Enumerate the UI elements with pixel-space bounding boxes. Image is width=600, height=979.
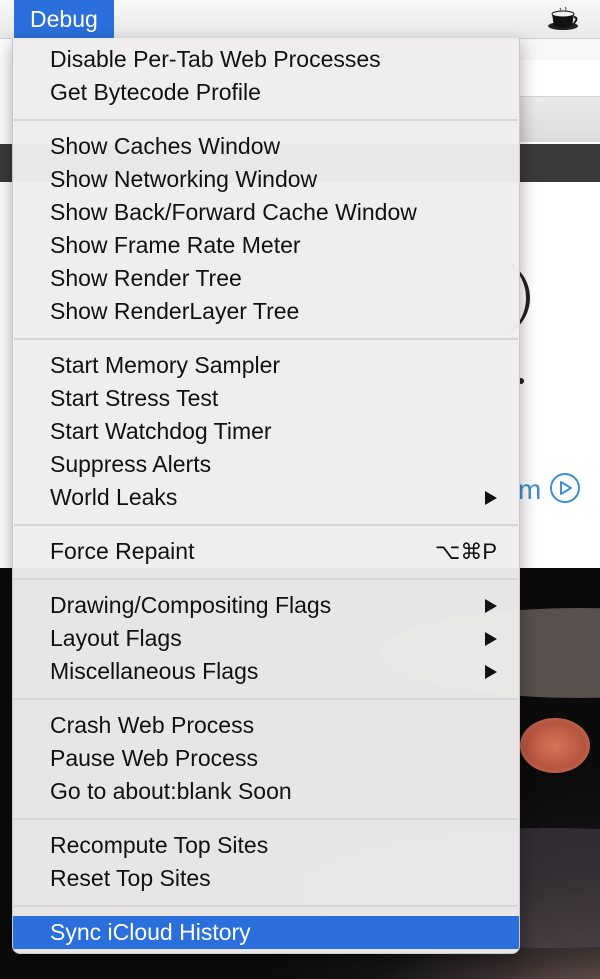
menu-item-label: Go to about:blank Soon (50, 778, 292, 804)
menu-separator (13, 328, 519, 349)
menu-item-get-bytecode-profile[interactable]: Get Bytecode Profile (13, 76, 519, 109)
menu-item-label: Disable Per-Tab Web Processes (50, 46, 381, 72)
menu-item-label: Show Back/Forward Cache Window (50, 199, 417, 225)
menu-item-label: Reset Top Sites (50, 865, 211, 891)
menu-item-drawing-compositing-flags[interactable]: Drawing/Compositing Flags (13, 589, 519, 622)
menu-item-label: Get Bytecode Profile (50, 79, 261, 105)
menu-item-label: Show Frame Rate Meter (50, 232, 301, 258)
menu-bar: Debug (0, 0, 600, 39)
menu-item-label: Show Render Tree (50, 265, 242, 291)
menu-item-world-leaks[interactable]: World Leaks (13, 481, 519, 514)
menu-item-label: Show RenderLayer Tree (50, 298, 300, 324)
background-tab-strip (518, 96, 600, 142)
menu-item-crash-web-process[interactable]: Crash Web Process (13, 709, 519, 742)
menu-item-label: Layout Flags (50, 625, 182, 651)
debug-menu-title[interactable]: Debug (14, 0, 114, 38)
menu-item-label: Show Caches Window (50, 133, 281, 159)
submenu-arrow-icon (485, 665, 497, 679)
menu-item-show-renderlayer-tree[interactable]: Show RenderLayer Tree (13, 295, 519, 328)
background-toolbar (518, 38, 600, 60)
menu-separator (13, 514, 519, 535)
submenu-arrow-icon (485, 599, 497, 613)
menu-separator (13, 808, 519, 829)
menu-item-sync-icloud-history[interactable]: Sync iCloud History (13, 916, 519, 949)
menu-item-label: World Leaks (50, 484, 178, 510)
menu-item-disable-per-tab-web-processes[interactable]: Disable Per-Tab Web Processes (13, 43, 519, 76)
menu-item-label: Start Stress Test (50, 385, 219, 411)
submenu-arrow-icon (485, 491, 497, 505)
menu-item-label: Start Memory Sampler (50, 352, 281, 378)
menu-item-show-frame-rate-meter[interactable]: Show Frame Rate Meter (13, 229, 519, 262)
keyboard-shortcut: ⌥⌘P (434, 539, 497, 564)
menu-item-label: Recompute Top Sites (50, 832, 269, 858)
menu-item-go-to-about-blank-soon[interactable]: Go to about:blank Soon (13, 775, 519, 808)
menu-item-show-back-forward-cache-window[interactable]: Show Back/Forward Cache Window (13, 196, 519, 229)
menu-item-list: Disable Per-Tab Web Processes Get Bytecod… (13, 38, 519, 949)
menu-item-label: Force Repaint (50, 538, 195, 564)
coffee-cup-icon[interactable] (546, 6, 580, 32)
menu-item-label: Crash Web Process (50, 712, 255, 738)
menu-item-layout-flags[interactable]: Layout Flags (13, 622, 519, 655)
menu-item-label: Start Watchdog Timer (50, 418, 272, 444)
menu-item-label: Show Networking Window (50, 166, 318, 192)
submenu-arrow-icon (485, 632, 497, 646)
menu-item-label: Drawing/Compositing Flags (50, 592, 332, 618)
menu-item-show-networking-window[interactable]: Show Networking Window (13, 163, 519, 196)
menu-separator (13, 688, 519, 709)
play-circle-icon[interactable] (550, 473, 580, 503)
menu-item-start-memory-sampler[interactable]: Start Memory Sampler (13, 349, 519, 382)
menu-item-reset-top-sites[interactable]: Reset Top Sites (13, 862, 519, 895)
debug-menu: Disable Per-Tab Web Processes Get Bytecod… (12, 38, 520, 954)
menu-item-show-caches-window[interactable]: Show Caches Window (13, 130, 519, 163)
menu-separator (13, 895, 519, 916)
background-link-fragment[interactable]: m (518, 474, 541, 506)
menu-item-recompute-top-sites[interactable]: Recompute Top Sites (13, 829, 519, 862)
menu-item-miscellaneous-flags[interactable]: Miscellaneous Flags (13, 655, 519, 688)
menu-item-label: Miscellaneous Flags (50, 658, 259, 684)
menu-item-start-watchdog-timer[interactable]: Start Watchdog Timer (13, 415, 519, 448)
menu-item-pause-web-process[interactable]: Pause Web Process (13, 742, 519, 775)
menu-item-show-render-tree[interactable]: Show Render Tree (13, 262, 519, 295)
menu-item-force-repaint[interactable]: Force Repaint ⌥⌘P (13, 535, 519, 568)
menu-item-label: Sync iCloud History (50, 919, 251, 945)
menu-item-suppress-alerts[interactable]: Suppress Alerts (13, 448, 519, 481)
menu-item-label: Pause Web Process (50, 745, 258, 771)
menu-item-start-stress-test[interactable]: Start Stress Test (13, 382, 519, 415)
menu-separator (13, 568, 519, 589)
menu-separator (13, 109, 519, 130)
menu-item-label: Suppress Alerts (50, 451, 212, 477)
